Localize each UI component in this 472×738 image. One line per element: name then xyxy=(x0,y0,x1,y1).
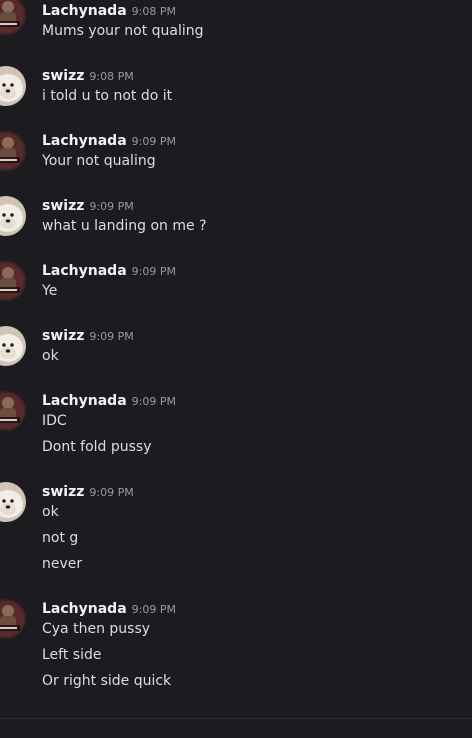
message-header: swizz 9:09 PM xyxy=(42,195,134,215)
message-text: never xyxy=(42,556,83,572)
message-text: Left side xyxy=(42,647,102,663)
avatar[interactable] xyxy=(0,261,26,301)
message-header: swizz 9:08 PM xyxy=(42,65,134,85)
message-text: i told u to not do it xyxy=(42,88,173,104)
timestamp[interactable]: 9:08 PM xyxy=(132,5,176,18)
message-header: Lachynada 9:08 PM xyxy=(42,0,176,20)
avatar[interactable] xyxy=(0,66,26,106)
message-text: Your not qualing xyxy=(42,153,156,169)
author-name[interactable]: Lachynada xyxy=(42,393,127,409)
author-name[interactable]: swizz xyxy=(42,68,84,84)
avatar[interactable] xyxy=(0,131,26,171)
message-header: Lachynada 9:09 PM xyxy=(42,260,176,280)
author-name[interactable]: Lachynada xyxy=(42,263,127,279)
message-text: not g xyxy=(42,530,79,546)
message-list[interactable]: Lachynada 9:08 PM Mums your not qualing s… xyxy=(0,0,472,718)
message-header: swizz 9:09 PM xyxy=(42,325,134,345)
author-name[interactable]: Lachynada xyxy=(42,3,127,19)
message-text: Or right side quick xyxy=(42,673,172,689)
timestamp[interactable]: 9:09 PM xyxy=(132,395,176,408)
author-name[interactable]: Lachynada xyxy=(42,601,127,617)
author-name[interactable]: swizz xyxy=(42,198,84,214)
message-text: ok xyxy=(42,348,59,364)
avatar[interactable] xyxy=(0,0,26,35)
message-text: what u landing on me ? xyxy=(42,218,207,234)
message-text: ok xyxy=(42,504,59,520)
author-name[interactable]: swizz xyxy=(42,328,84,344)
message-header: Lachynada 9:09 PM xyxy=(42,130,176,150)
avatar[interactable] xyxy=(0,391,26,431)
message-text: Dont fold pussy xyxy=(42,439,152,455)
message-header: swizz 9:09 PM xyxy=(42,481,134,501)
message-text: Mums your not qualing xyxy=(42,23,204,39)
message-header: Lachynada 9:09 PM xyxy=(42,598,176,618)
author-name[interactable]: swizz xyxy=(42,484,84,500)
composer-edge xyxy=(0,718,472,738)
timestamp[interactable]: 9:09 PM xyxy=(132,265,176,278)
avatar[interactable] xyxy=(0,599,26,639)
author-name[interactable]: Lachynada xyxy=(42,133,127,149)
message-text: Ye xyxy=(42,283,58,299)
message-header: Lachynada 9:09 PM xyxy=(42,390,176,410)
timestamp[interactable]: 9:09 PM xyxy=(89,330,133,343)
avatar[interactable] xyxy=(0,482,26,522)
avatar[interactable] xyxy=(0,326,26,366)
timestamp[interactable]: 9:09 PM xyxy=(89,486,133,499)
timestamp[interactable]: 9:09 PM xyxy=(132,603,176,616)
message-text: IDC xyxy=(42,413,67,429)
timestamp[interactable]: 9:09 PM xyxy=(89,200,133,213)
message-text: Cya then pussy xyxy=(42,621,151,637)
timestamp[interactable]: 9:08 PM xyxy=(89,70,133,83)
timestamp[interactable]: 9:09 PM xyxy=(132,135,176,148)
avatar[interactable] xyxy=(0,196,26,236)
